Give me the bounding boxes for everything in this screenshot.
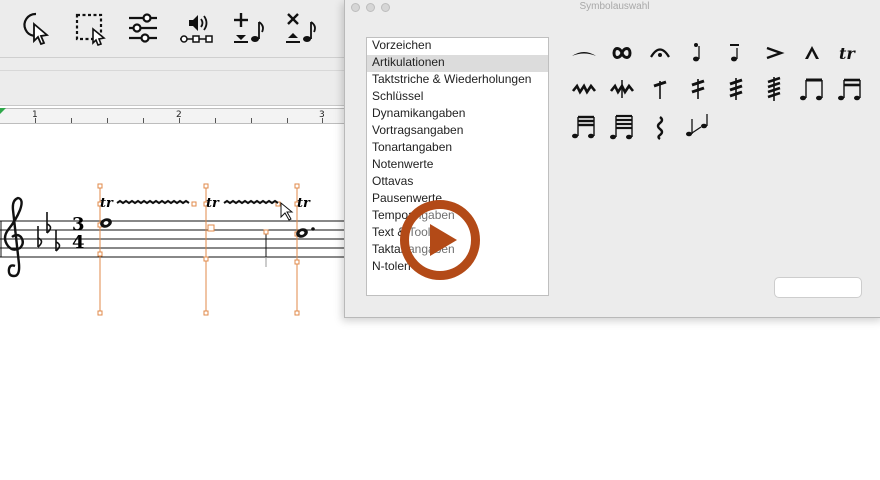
tremolo-two-strokes-icon[interactable]	[683, 74, 713, 104]
beamed-thirty-seconds-icon[interactable]	[569, 112, 599, 142]
fermata-icon[interactable]	[645, 38, 675, 68]
add-note-icon[interactable]	[228, 8, 268, 48]
category-item-schluessel[interactable]: Schlüssel	[367, 89, 548, 106]
key-signature-flats	[37, 212, 61, 252]
marcato-icon[interactable]	[797, 38, 827, 68]
trill-mark-2: tr	[206, 196, 220, 211]
category-item-ottavas[interactable]: Ottavas	[367, 174, 548, 191]
slur-icon[interactable]	[569, 38, 599, 68]
beamed-eighths-icon[interactable]	[797, 74, 827, 104]
trill-line-1	[116, 199, 190, 205]
beamed-sixteenths-icon[interactable]	[835, 74, 865, 104]
tremolo-one-stroke-icon[interactable]	[645, 74, 675, 104]
cursor-select-icon[interactable]	[16, 8, 56, 48]
category-item-taktstriche[interactable]: Taktstriche & Wiederholungen	[367, 72, 548, 89]
trill-line-2	[223, 199, 279, 205]
tremolo-four-strokes-icon[interactable]	[759, 74, 789, 104]
category-item-notenwerte[interactable]: Notenwerte	[367, 157, 548, 174]
palette-title: Symbolauswahl	[579, 1, 650, 12]
augmentation-dot	[311, 227, 315, 231]
tremolo-three-strokes-icon[interactable]	[721, 74, 751, 104]
mordent-icon[interactable]	[607, 74, 637, 104]
trill-mark-3: tr	[297, 196, 311, 211]
time-signature-bottom: 4	[72, 232, 85, 253]
glissando-icon[interactable]	[683, 112, 713, 142]
arpeggio-icon[interactable]	[645, 112, 675, 142]
tenuto-icon[interactable]	[721, 38, 751, 68]
selection-handles	[97, 183, 300, 316]
delete-note-icon[interactable]	[280, 8, 320, 48]
beamed-sixty-fourths-icon[interactable]	[607, 112, 637, 142]
trill-icon[interactable]: tr	[835, 38, 865, 68]
playback-position-marker[interactable]	[0, 108, 6, 114]
short-trill-icon[interactable]	[569, 74, 599, 104]
play-video-button[interactable]	[400, 200, 480, 280]
staccato-icon[interactable]	[683, 38, 713, 68]
mouse-cursor-icon	[280, 201, 294, 221]
playback-volume-icon[interactable]	[176, 8, 216, 48]
play-icon	[430, 224, 457, 256]
accent-icon[interactable]	[759, 38, 789, 68]
sliders-icon[interactable]	[123, 8, 163, 48]
palette-titlebar[interactable]: Symbolauswahl	[345, 0, 880, 15]
category-item-vortragsangaben[interactable]: Vortragsangaben	[367, 123, 548, 140]
trill-mark-1: tr	[100, 196, 114, 211]
svg-text:tr: tr	[839, 44, 856, 63]
category-item-dynamikangaben[interactable]: Dynamikangaben	[367, 106, 548, 123]
palette-action-button[interactable]	[774, 277, 862, 298]
category-item-artikulationen[interactable]: Artikulationen	[367, 55, 548, 72]
turn-icon[interactable]	[607, 38, 637, 68]
selection-guides	[99, 186, 298, 313]
category-item-tonartangaben[interactable]: Tonartangaben	[367, 140, 548, 157]
marquee-select-icon[interactable]	[71, 8, 111, 48]
treble-clef-icon	[3, 196, 24, 278]
category-item-vorzeichen[interactable]: Vorzeichen	[367, 38, 548, 55]
